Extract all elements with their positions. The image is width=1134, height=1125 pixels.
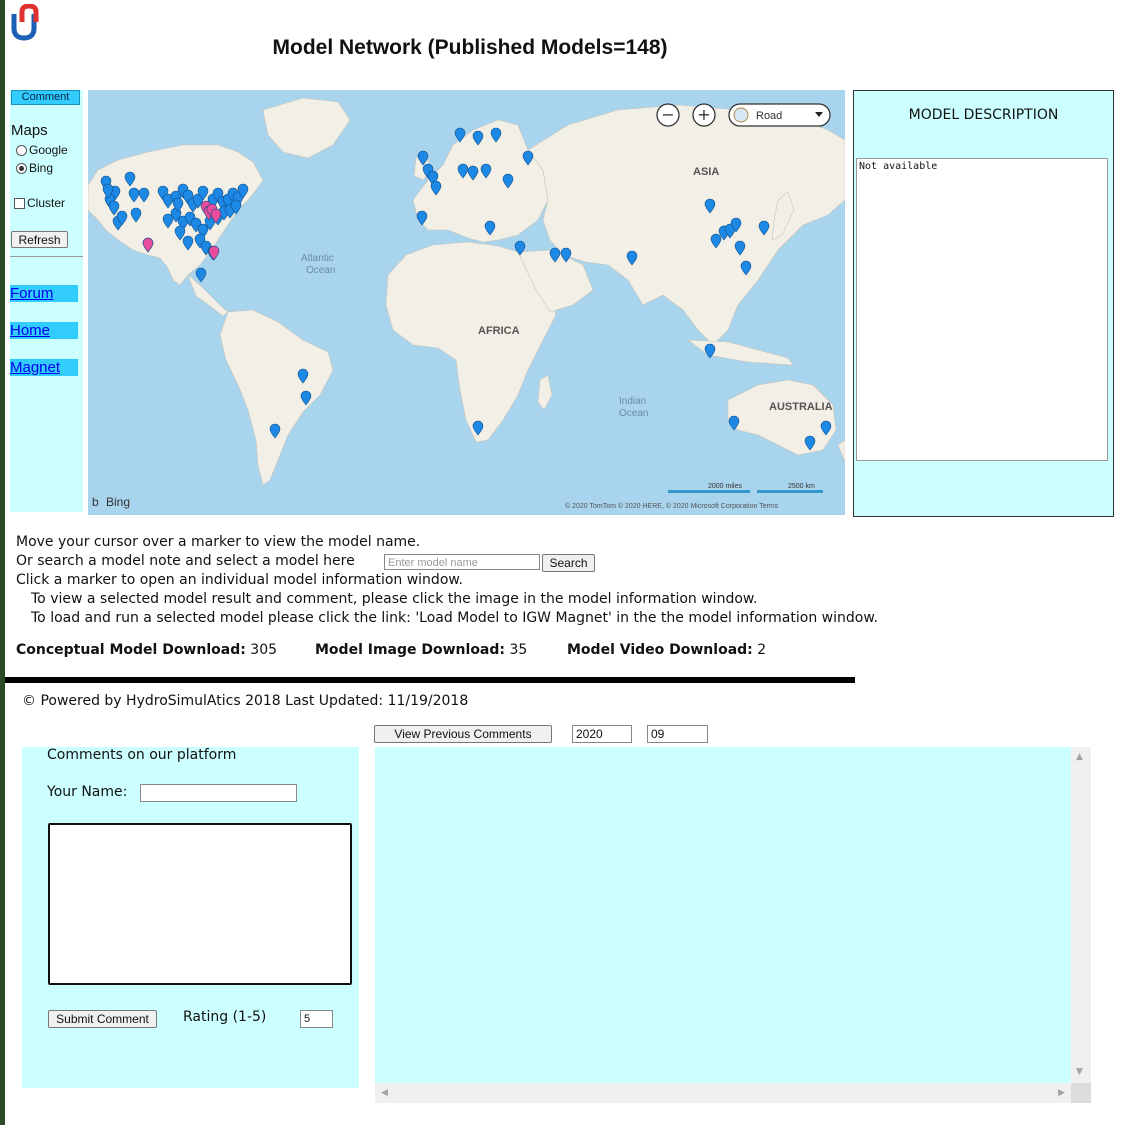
- search-button[interactable]: Search: [542, 554, 595, 572]
- bing-radio-label: Bing: [29, 161, 54, 175]
- image-download-stat: Model Image Download: 35: [315, 642, 527, 658]
- comments-title: Comments on our platform: [47, 747, 237, 763]
- greenland-landmass: [262, 97, 351, 159]
- conceptual-download-label: Conceptual Model Download:: [16, 642, 246, 658]
- comments-form-panel: Comments on our platform Your Name: Subm…: [22, 747, 359, 1088]
- scale-km-bar: [757, 490, 823, 493]
- map-style-label: Road: [756, 110, 782, 122]
- conceptual-download-value: 305: [250, 642, 278, 658]
- cluster-checkbox[interactable]: [14, 197, 25, 209]
- scale-km-label: 2500 km: [788, 483, 815, 490]
- bing-radio-option[interactable]: Bing: [16, 161, 53, 175]
- label-asia: ASIA: [693, 166, 719, 178]
- video-download-stat: Model Video Download: 2: [567, 642, 766, 658]
- zoom-out-button[interactable]: −: [656, 103, 680, 127]
- bing-logo-icon: b: [92, 495, 99, 509]
- cluster-option[interactable]: Cluster: [14, 196, 65, 210]
- map-style-select[interactable]: Road: [728, 103, 831, 127]
- left-edge-bar: [0, 0, 5, 1125]
- scale-miles-bar: [668, 490, 750, 493]
- label-atlantic-2: Ocean: [306, 265, 335, 276]
- previous-comments-view[interactable]: ▲ ▼ ◀ ▶: [375, 747, 1091, 1103]
- rating-input[interactable]: 5: [300, 1010, 333, 1028]
- scale-miles-label: 2000 miles: [708, 483, 742, 490]
- cluster-label: Cluster: [27, 196, 66, 210]
- video-download-label: Model Video Download:: [567, 642, 753, 658]
- divider-rule: [5, 677, 855, 683]
- instruction-line-5: To load and run a selected model please …: [31, 610, 878, 626]
- image-download-value: 35: [509, 642, 528, 658]
- image-download-label: Model Image Download:: [315, 642, 505, 658]
- name-label: Your Name:: [47, 784, 128, 800]
- globe-icon: [733, 107, 749, 123]
- view-previous-comments-button[interactable]: View Previous Comments: [374, 725, 552, 743]
- zoom-out-icon: −: [661, 105, 674, 124]
- asia-landmass: [527, 104, 845, 346]
- label-australia: AUSTRALIA: [769, 401, 833, 413]
- scroll-left-icon[interactable]: ◀: [381, 1089, 388, 1098]
- scroll-right-icon[interactable]: ▶: [1058, 1089, 1065, 1098]
- madagascar-landmass: [537, 374, 553, 411]
- model-search-input[interactable]: Enter model name: [384, 554, 540, 570]
- south-america-landmass: [219, 309, 334, 486]
- year-input[interactable]: 2020: [572, 725, 632, 743]
- scroll-up-icon[interactable]: ▲: [1076, 753, 1083, 762]
- zoom-in-button[interactable]: +: [692, 103, 716, 127]
- new-zealand-landmass: [837, 439, 845, 463]
- horizontal-scrollbar[interactable]: ◀ ▶: [375, 1083, 1071, 1103]
- bing-radio[interactable]: [16, 162, 27, 174]
- scroll-down-icon[interactable]: ▼: [1076, 1068, 1083, 1077]
- instruction-line-1: Move your cursor over a marker to view t…: [16, 534, 421, 550]
- comment-button[interactable]: Comment: [11, 90, 80, 105]
- bing-brand-label: Bing: [106, 495, 130, 509]
- scrollbar-corner: [1071, 1083, 1091, 1103]
- central-america-landmass: [187, 274, 229, 317]
- page-title: Model Network (Published Models=148): [272, 36, 668, 59]
- model-description-title: MODEL DESCRIPTION: [908, 107, 1059, 123]
- model-description-text: Not available: [856, 158, 1108, 461]
- sidebar-divider: [10, 256, 83, 257]
- refresh-button[interactable]: Refresh: [11, 231, 68, 248]
- vertical-scrollbar[interactable]: ▲ ▼: [1071, 747, 1091, 1083]
- sidebar: Comment Maps Google Bing Cluster Refresh…: [10, 90, 83, 512]
- google-radio-option[interactable]: Google: [16, 143, 68, 157]
- magnet-link[interactable]: Magnet: [10, 359, 78, 376]
- map-copyright: © 2020 TomTom © 2020 HERE, © 2020 Micros…: [565, 502, 779, 510]
- zoom-in-icon: +: [697, 105, 710, 124]
- model-description-panel: MODEL DESCRIPTION Not available: [853, 90, 1114, 517]
- label-atlantic-1: Atlantic: [301, 253, 334, 264]
- footer-text: © Powered by HydroSimulAtics 2018 Last U…: [22, 693, 469, 709]
- map-marker-icon[interactable]: [208, 245, 220, 261]
- indonesia-landmass: [687, 339, 794, 366]
- rating-label: Rating (1-5): [183, 1009, 267, 1025]
- instruction-line-4: To view a selected model result and comm…: [31, 591, 758, 607]
- label-indian-2: Ocean: [619, 408, 648, 419]
- forum-link[interactable]: Forum: [10, 285, 78, 302]
- label-indian-1: Indian: [619, 396, 646, 407]
- australia-landmass: [727, 379, 837, 456]
- maps-label: Maps: [11, 122, 48, 139]
- world-map[interactable]: ASIA Atlantic Ocean AFRICA Indian Ocean …: [88, 90, 845, 515]
- instruction-line-2: Or search a model note and select a mode…: [16, 553, 355, 569]
- name-input[interactable]: [140, 784, 297, 802]
- instruction-line-3: Click a marker to open an individual mod…: [16, 572, 464, 588]
- video-download-value: 2: [757, 642, 767, 658]
- month-input[interactable]: 09: [647, 725, 708, 743]
- map-marker-icon[interactable]: [195, 267, 207, 283]
- submit-comment-button[interactable]: Submit Comment: [48, 1010, 157, 1028]
- world-map-canvas[interactable]: ASIA Atlantic Ocean AFRICA Indian Ocean …: [88, 90, 845, 515]
- home-link[interactable]: Home: [10, 322, 78, 339]
- label-africa: AFRICA: [478, 325, 520, 337]
- comment-textarea[interactable]: [48, 823, 352, 985]
- conceptual-download-stat: Conceptual Model Download: 305: [16, 642, 277, 658]
- google-radio[interactable]: [16, 144, 27, 156]
- google-radio-label: Google: [29, 143, 68, 157]
